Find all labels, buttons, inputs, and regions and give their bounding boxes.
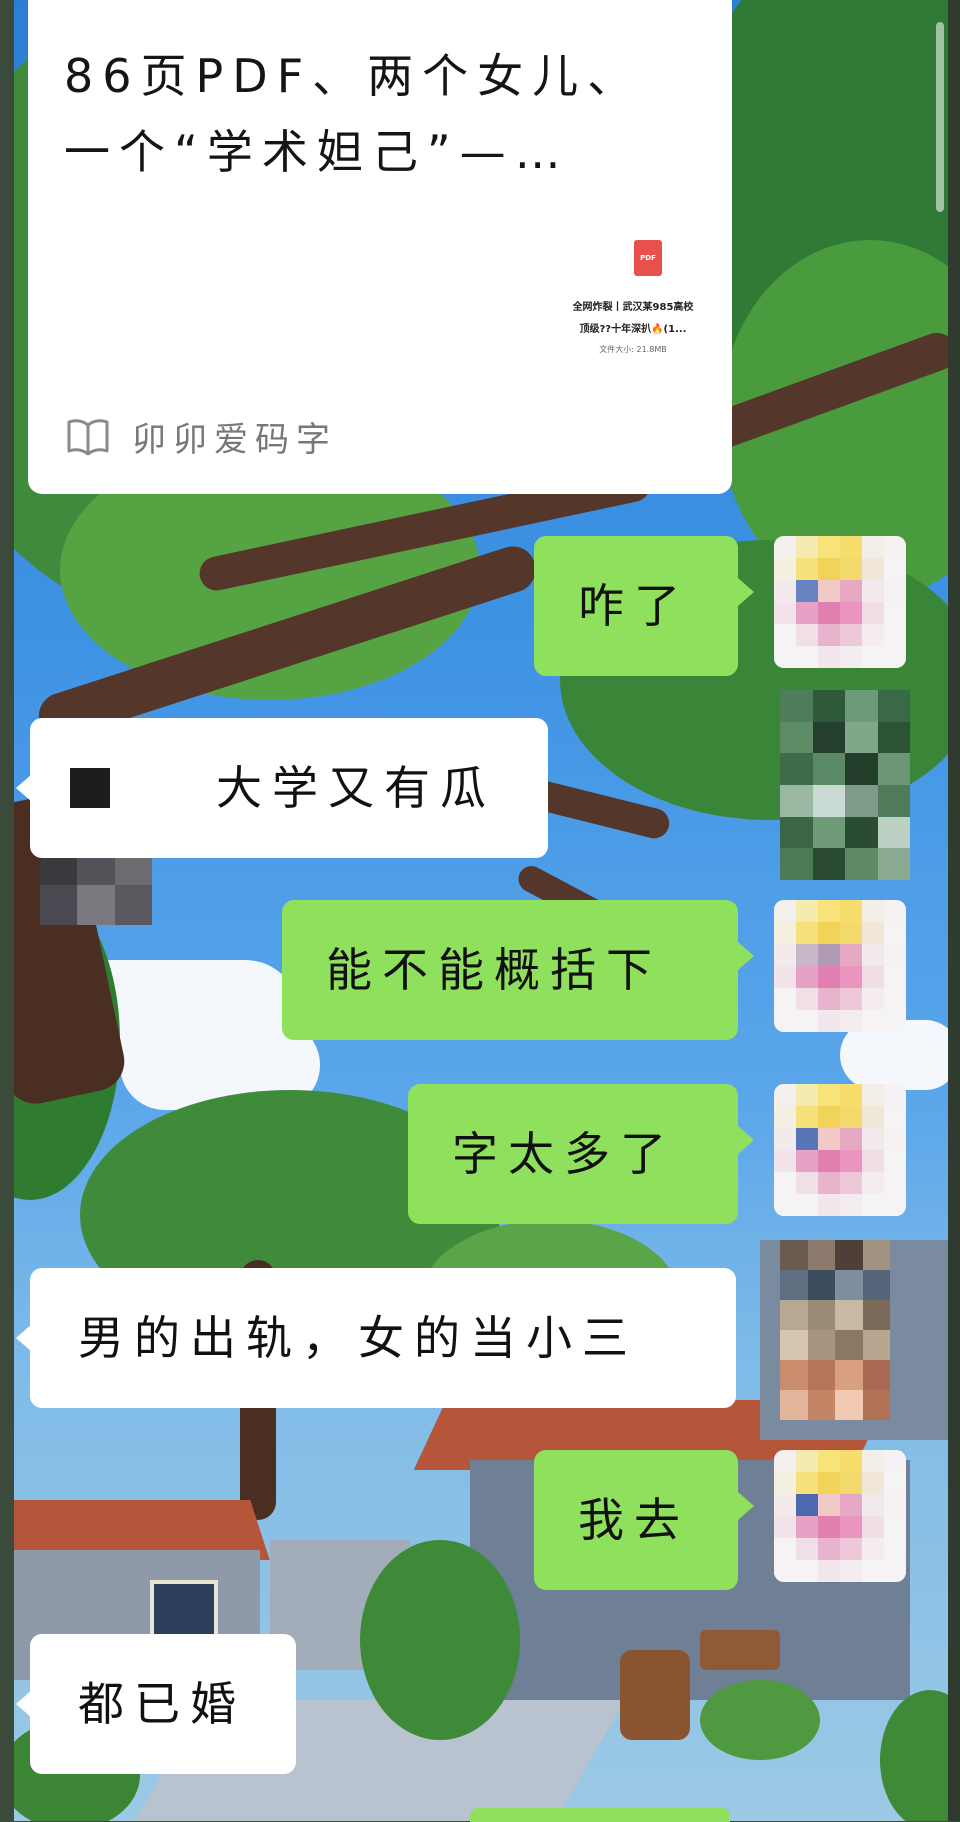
message-text: 大学又有瓜 [160,761,496,815]
message-text: 咋了 [578,579,690,633]
message-bubble-incoming[interactable]: 都已婚 [16,1634,296,1774]
card-source: 卯卯爱码字 [66,412,337,461]
card-source-name: 卯卯爱码字 [132,420,337,460]
open-book-icon [67,418,109,455]
card-title: 86页PDF、两个女儿、 一个“学术妲己”—… [64,49,643,179]
my-avatar[interactable] [774,536,906,668]
message-text: 我去 [578,1493,690,1547]
message-bubble-outgoing[interactable]: 咋了 [534,536,754,676]
link-card-message[interactable]: 86页PDF、两个女儿、 一个“学术妲己”—… PDF 全网炸裂丨武汉某985高… [28,0,732,494]
pdf-file-icon: PDF [634,240,662,276]
message-bubble-incoming[interactable]: 大学又有瓜 [16,718,548,858]
message-text: 能不能概括下 [326,943,662,997]
message-bubble-outgoing[interactable]: 字太多了 [408,1084,754,1224]
scrollbar[interactable] [936,22,944,212]
mosaic-patch [780,690,910,880]
message-bubble-outgoing[interactable]: 能不能概括下 [282,900,754,1040]
message-bubble-outgoing[interactable]: 我去 [534,1450,754,1590]
next-message-bubble-edge [470,1808,730,1822]
pdf-file-size: 文件大小: 21.8MB [599,345,667,354]
pdf-title-line-2: 顶级??十年深扒🔥(1... [579,324,687,335]
message-text: 都已婚 [78,1677,246,1731]
message-text: 字太多了 [452,1127,676,1181]
my-avatar[interactable] [774,1084,906,1216]
redacted-block [70,768,110,808]
message-text: 男的出轨，女的当小三 [78,1311,638,1365]
pdf-thumbnail: PDF 全网炸裂丨武汉某985高校 顶级??十年深扒🔥(1... 文件大小: 2… [538,240,728,360]
my-avatar[interactable] [774,900,906,1032]
my-avatar[interactable] [774,1450,906,1582]
message-bubble-incoming[interactable]: 男的出轨，女的当小三 [16,1268,736,1408]
mosaic-patch [780,1240,890,1420]
pdf-title-line-1: 全网炸裂丨武汉某985高校 [572,302,694,313]
